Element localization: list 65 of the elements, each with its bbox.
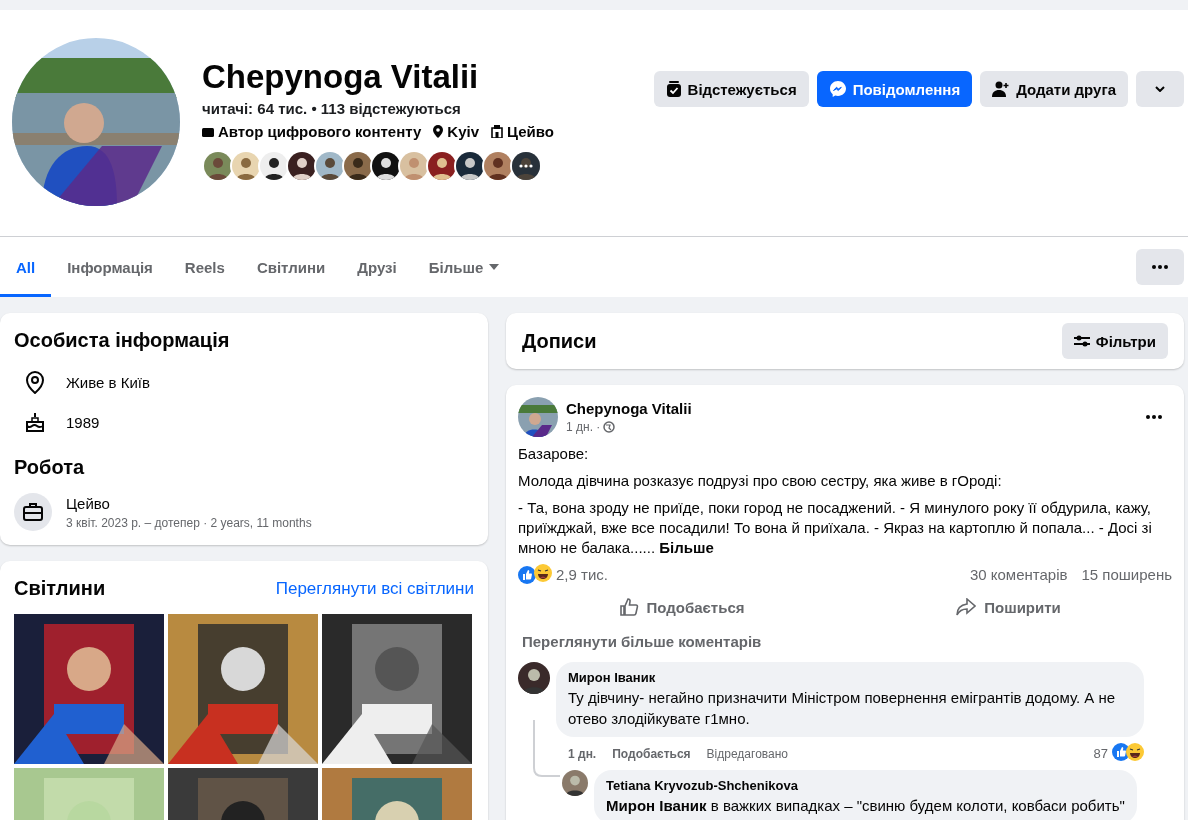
intro-text: 1989 xyxy=(66,413,100,431)
thread-line xyxy=(532,720,562,780)
work-period: 3 квіт. 2023 р. – дотепер · 2 years, 11 months xyxy=(66,515,312,530)
share-arrow-icon xyxy=(956,598,977,616)
more-icon xyxy=(519,164,533,168)
follower-stats: читачі: 64 тис. • 113 відстежуються xyxy=(202,100,462,117)
more-friends-button[interactable] xyxy=(512,152,540,180)
more-button[interactable] xyxy=(1136,249,1184,285)
add-friend-button[interactable]: Додати друга xyxy=(980,71,1128,107)
comment-reaction-count: 87 xyxy=(1093,746,1108,761)
more-icon xyxy=(1146,415,1162,419)
filters-button[interactable]: Фільтри xyxy=(1061,323,1168,359)
messenger-icon xyxy=(828,80,847,98)
like-reaction-icon xyxy=(518,565,536,584)
comment-author[interactable]: Tetiana Kryvozub-Shchenikova xyxy=(606,778,1125,793)
like-button[interactable]: Подобається xyxy=(518,589,845,625)
comment-time: 1 дн. xyxy=(568,746,597,761)
comment-text: Ту дівчину- негайно призначити Міністром повернення емігрантів додому. А не отево злодійкувате г1мно. xyxy=(568,688,1117,729)
post-text: Молода дівчина розказує подрузі про свою сестру, яка живе в гОроді: xyxy=(518,471,1003,491)
chevron-down-icon xyxy=(1155,86,1165,92)
filter-sliders-icon xyxy=(1073,335,1090,347)
section-title: Робота xyxy=(14,456,86,479)
location-pin-icon xyxy=(24,370,46,394)
profile-detail: Kyiv xyxy=(447,123,479,140)
comment-author[interactable]: Мирон Іваник xyxy=(568,670,1132,685)
cake-icon xyxy=(24,411,46,433)
profile-name: Chepynoga Vitalii xyxy=(202,58,480,96)
share-button[interactable]: Поширити xyxy=(845,589,1172,625)
follow-button[interactable]: Відстежується xyxy=(653,71,809,107)
view-more-comments-link[interactable]: Переглянути більше коментарів xyxy=(522,633,1172,650)
post-author[interactable]: Chepynoga Vitalii xyxy=(566,400,1128,417)
profile-tab[interactable]: Більше xyxy=(412,237,516,297)
laughing-reaction-icon xyxy=(534,564,552,582)
location-pin-icon xyxy=(433,125,444,138)
post-time: 1 дн. · xyxy=(566,420,601,434)
laughing-reaction-icon xyxy=(1126,743,1144,761)
profile-tab[interactable]: Інформація xyxy=(51,237,169,297)
follow-check-icon xyxy=(665,81,682,97)
intro-text: Живе в Київ xyxy=(66,373,150,391)
section-title: Світлини xyxy=(14,577,106,600)
edited-label: Відредаговано xyxy=(706,746,789,761)
section-title: Особиста інформація xyxy=(14,329,231,352)
profile-tab[interactable]: All xyxy=(0,237,52,297)
post-text: Базарове: xyxy=(518,444,590,464)
share-count[interactable]: 15 поширень xyxy=(1081,566,1172,583)
section-title: Дописи xyxy=(522,329,597,353)
thumbs-up-icon xyxy=(618,597,639,617)
post-text: - Та, вона зроду не приїде, поки город не посаджений. - Я минулого року її обдурила, кажу, приїжджай, вже все посадили! То вона й приїхала. - Якраз на картоплю й попала... - Досі зі мною не балака...... Більше xyxy=(518,498,1153,558)
building-icon xyxy=(491,125,503,138)
briefcase-icon xyxy=(14,493,52,531)
reaction-count: 2,9 тис. xyxy=(556,566,608,583)
add-friend-icon xyxy=(992,81,1011,97)
profile-tab[interactable]: Reels xyxy=(168,237,241,297)
work-name: Цейво xyxy=(66,494,110,512)
comment-like-link[interactable]: Подобається xyxy=(612,746,691,761)
more-icon xyxy=(1152,265,1168,269)
profile-detail: Цейво xyxy=(507,123,554,140)
comment-count[interactable]: 30 коментарів xyxy=(969,566,1068,583)
message-button[interactable]: Повідомлення xyxy=(816,71,973,107)
comment-text: Мирон Іваник в важких випадках – "свиню будем колоти, ковбаси робить" xyxy=(606,796,1125,816)
see-more-link[interactable]: Більше xyxy=(659,539,714,556)
see-all-photos-link[interactable]: Переглянути всі світлини xyxy=(275,578,474,599)
profile-tab[interactable]: Світлини xyxy=(240,237,342,297)
profile-detail: Автор цифрового контенту xyxy=(218,123,422,140)
profile-tab[interactable]: Друзі xyxy=(341,237,413,297)
